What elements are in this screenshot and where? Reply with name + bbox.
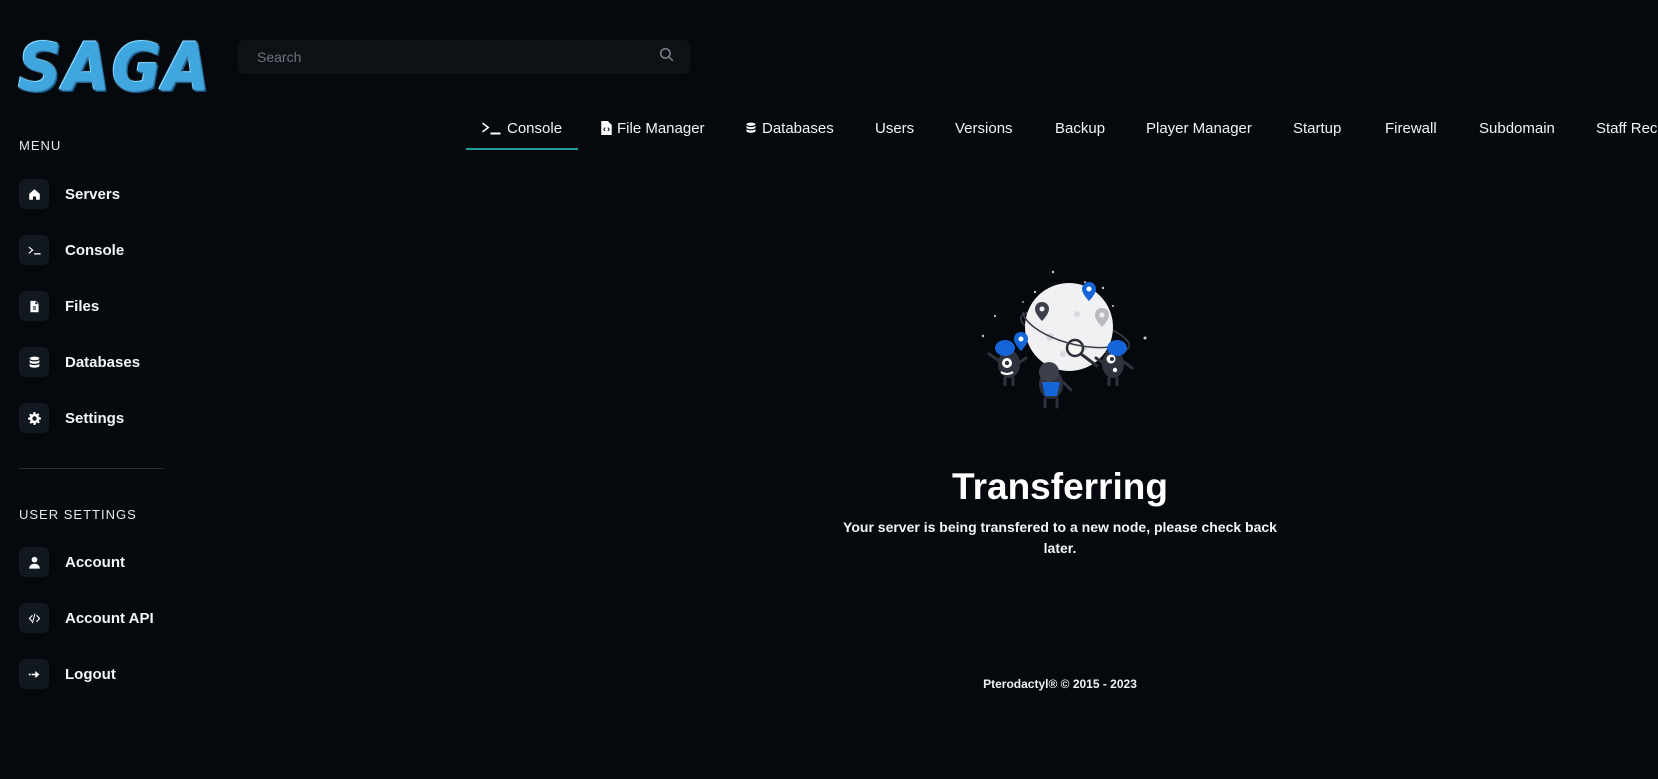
sidebar-item-console[interactable]: Console: [19, 235, 179, 265]
sidebar-item-label: Files: [65, 297, 100, 315]
file-icon: [19, 291, 49, 321]
page-title: Transferring: [952, 466, 1168, 507]
tab-label: Staff Rec: [1596, 119, 1658, 137]
sidebar-item-label: Console: [65, 241, 125, 259]
menu-section-label: MENU: [19, 138, 62, 153]
transfer-illustration: [965, 262, 1155, 432]
tab-label: Backup: [1055, 119, 1106, 137]
transfer-message: Your server is being transfered to a new…: [843, 519, 1277, 556]
terminal-icon: [19, 235, 49, 265]
tab-console[interactable]: Console: [466, 108, 579, 150]
user-icon: [19, 547, 49, 577]
sidebar-item-account[interactable]: Account: [19, 547, 179, 577]
saga-logo[interactable]: SAGA: [18, 35, 209, 101]
home-icon: [19, 179, 49, 209]
tab-player-manager[interactable]: Player Manager: [1146, 108, 1252, 148]
tab-subdomain[interactable]: Subdomain: [1479, 108, 1555, 148]
tab-label: Console: [507, 119, 563, 137]
tab-label: Firewall: [1385, 119, 1437, 137]
tab-label: Startup: [1293, 119, 1342, 137]
tab-users[interactable]: Users: [875, 108, 914, 148]
terminal-icon: [482, 122, 501, 135]
sidebar-item-label: Servers: [65, 185, 121, 203]
footer-copyright: Pterodactyl® © 2015 - 2023: [983, 677, 1137, 691]
gear-icon: [19, 403, 49, 433]
sidebar-item-label: Databases: [65, 353, 141, 371]
sidebar-item-databases[interactable]: Databases: [19, 347, 179, 377]
tab-databases[interactable]: Databases: [745, 108, 834, 148]
user-settings-section-label: USER SETTINGS: [19, 507, 137, 522]
tab-label: Users: [875, 119, 915, 137]
file-code-icon: [601, 121, 612, 135]
search-input[interactable]: [255, 48, 659, 66]
sidebar-item-label: Logout: [65, 665, 116, 683]
sidebar-item-files[interactable]: Files: [19, 291, 179, 321]
database-icon: [746, 122, 756, 133]
database-icon: [19, 347, 49, 377]
logout-icon: [19, 659, 49, 689]
tab-startup[interactable]: Startup: [1293, 108, 1341, 148]
sidebar-item-settings[interactable]: Settings: [19, 403, 179, 433]
code-icon: [19, 603, 49, 633]
tab-label: Databases: [762, 119, 834, 137]
sidebar-divider: [19, 468, 164, 469]
sidebar-item-servers[interactable]: Servers: [19, 179, 179, 209]
sidebar-item-account-api[interactable]: Account API: [19, 603, 179, 633]
tab-label: Player Manager: [1146, 119, 1252, 137]
search-icon[interactable]: [659, 47, 674, 67]
sidebar-item-label: Settings: [65, 409, 125, 427]
sidebar-item-label: Account: [65, 553, 125, 571]
search-bar[interactable]: [238, 40, 690, 74]
tab-staff-requests[interactable]: Staff Rec: [1596, 108, 1657, 148]
sidebar-item-label: Account API: [65, 609, 154, 627]
tab-firewall[interactable]: Firewall: [1385, 108, 1437, 148]
server-tabs: Console File Manager Databases Users Ver…: [466, 108, 1658, 150]
tab-label: Subdomain: [1479, 119, 1555, 137]
sidebar-item-logout[interactable]: Logout: [19, 659, 179, 689]
tab-backup[interactable]: Backup: [1055, 108, 1105, 148]
tab-label: Versions: [955, 119, 1013, 137]
sidebar: SAGA MENU Servers Console Files Database…: [0, 0, 209, 779]
tab-label: File Manager: [617, 119, 705, 137]
tab-file-manager[interactable]: File Manager: [601, 108, 705, 148]
tab-versions[interactable]: Versions: [955, 108, 1013, 148]
